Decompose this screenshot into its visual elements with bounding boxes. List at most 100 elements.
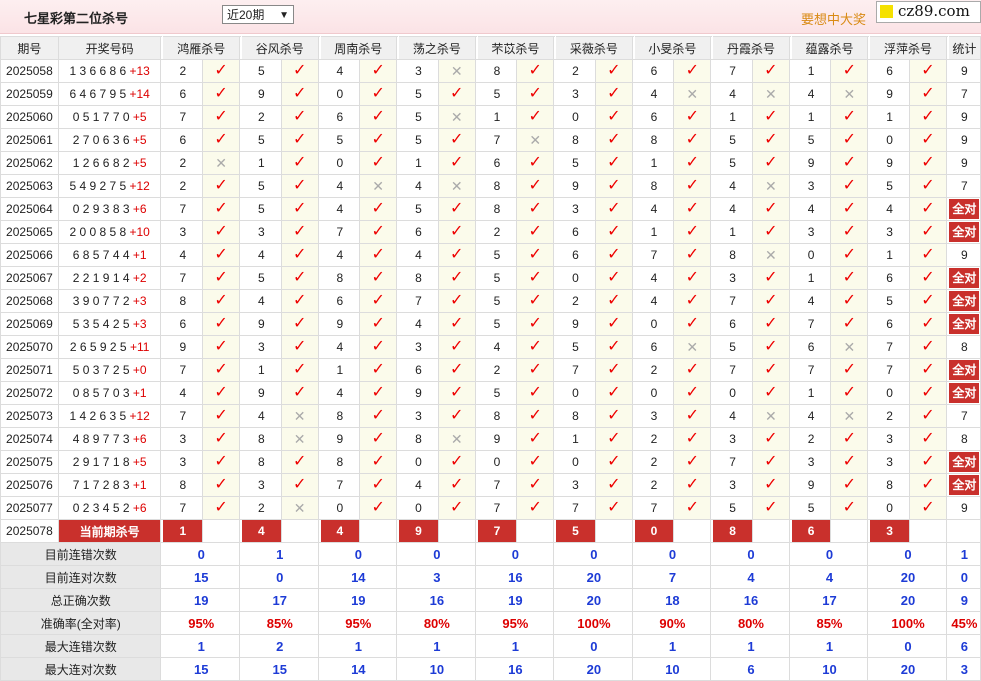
kill-value: 4 xyxy=(790,82,832,106)
stats-value: 0 xyxy=(712,542,790,566)
issue-cell: 2025063 xyxy=(0,174,59,198)
period-select[interactable]: 近20期 ▼ xyxy=(222,5,294,24)
draw-special: +0 xyxy=(132,363,147,377)
check-icon: ✓ xyxy=(908,128,947,152)
header-row: 期号 开奖号码 鸿雁杀号 谷风杀号 周南杀号 荡之杀号 芣苡杀号 采薇杀号 小旻杀号 丹霞杀号 蕴露… xyxy=(0,36,981,60)
empty-cell xyxy=(202,519,241,543)
check-icon: ✓ xyxy=(280,358,319,382)
check-icon: ✓ xyxy=(830,381,869,405)
kill-value: 3 xyxy=(398,59,439,83)
cross-icon: ✕ xyxy=(830,82,869,106)
kill-value: 5 xyxy=(476,266,518,290)
kill-value: 4 xyxy=(241,243,282,267)
current-kill-value: 6 xyxy=(790,519,832,543)
kill-value: 5 xyxy=(476,381,518,405)
kill-value: 4 xyxy=(712,174,753,198)
stat-cell: 8 xyxy=(947,427,981,451)
stats-value: 0 xyxy=(319,542,398,566)
kill-value: 5 xyxy=(869,174,910,198)
stats-value: 7 xyxy=(633,565,712,589)
draw-special: +5 xyxy=(132,455,147,469)
kill-value: 4 xyxy=(790,404,832,428)
kill-value: 3 xyxy=(555,473,596,497)
stat-cell: 8 xyxy=(947,335,981,359)
draw-special: +14 xyxy=(129,87,150,101)
stats-value: 0 xyxy=(555,542,633,566)
check-icon: ✓ xyxy=(594,151,633,175)
kill-value: 5 xyxy=(241,266,282,290)
draw-special: +3 xyxy=(132,294,147,308)
site-url: cz89.com xyxy=(898,2,970,20)
site-logo[interactable]: cz89.com xyxy=(876,1,981,23)
issue-cell: 2025074 xyxy=(0,427,59,451)
kill-value: 7 xyxy=(398,289,439,313)
kill-value: 6 xyxy=(869,266,910,290)
check-icon: ✓ xyxy=(202,427,241,451)
check-icon: ✓ xyxy=(280,450,319,474)
stats-value: 0 xyxy=(241,565,319,589)
kill-value: 5 xyxy=(398,105,439,129)
check-icon: ✓ xyxy=(908,496,947,520)
check-icon: ✓ xyxy=(516,105,555,129)
draw-code-cell: 0 2 3 4 5 2 +6 xyxy=(57,496,162,520)
draw-digits: 0 2 3 4 5 2 xyxy=(72,501,133,515)
kill-value: 7 xyxy=(162,266,204,290)
slogan-link[interactable]: 要想中大奖 xyxy=(801,9,866,28)
kill-value: 6 xyxy=(633,105,675,129)
kill-value: 5 xyxy=(241,174,282,198)
kill-value: 0 xyxy=(319,496,361,520)
stats-value: 2 xyxy=(241,634,319,658)
draw-special: +13 xyxy=(129,64,150,78)
check-icon: ✓ xyxy=(202,105,241,129)
kill-value: 8 xyxy=(476,174,518,198)
check-icon: ✓ xyxy=(437,266,476,290)
stats-value: 20 xyxy=(869,657,947,681)
stats-value: 14 xyxy=(319,657,398,681)
kill-value: 0 xyxy=(319,82,361,106)
check-icon: ✓ xyxy=(359,404,398,428)
stats-value: 0 xyxy=(869,542,947,566)
stats-value: 1 xyxy=(162,634,241,658)
check-icon: ✓ xyxy=(908,105,947,129)
kill-value: 4 xyxy=(319,59,361,83)
check-icon: ✓ xyxy=(594,59,633,83)
kill-value: 6 xyxy=(162,128,204,152)
stats-value: 85% xyxy=(790,611,869,635)
column-header: 蕴露杀号 xyxy=(790,36,869,60)
check-icon: ✓ xyxy=(673,59,712,83)
stats-value: 95% xyxy=(162,611,241,635)
column-header: 统计 xyxy=(947,36,981,60)
check-icon: ✓ xyxy=(202,82,241,106)
kill-value: 2 xyxy=(555,289,596,313)
kill-value: 9 xyxy=(398,381,439,405)
kill-value: 3 xyxy=(869,427,910,451)
kill-value: 4 xyxy=(712,404,753,428)
kill-value: 1 xyxy=(869,105,910,129)
kill-value: 4 xyxy=(712,197,753,221)
check-icon: ✓ xyxy=(437,473,476,497)
issue-cell: 2025058 xyxy=(0,59,59,83)
stats-value: 15 xyxy=(162,657,241,681)
kill-value: 8 xyxy=(162,289,204,313)
draw-code-cell: 3 9 0 7 7 2 +3 xyxy=(57,289,162,313)
kill-value: 7 xyxy=(712,358,753,382)
check-icon: ✓ xyxy=(908,197,947,221)
kill-value: 7 xyxy=(869,358,910,382)
stats-value: 0 xyxy=(162,542,241,566)
kill-value: 0 xyxy=(633,381,675,405)
kill-value: 8 xyxy=(633,174,675,198)
kill-value: 6 xyxy=(869,59,910,83)
kill-value: 3 xyxy=(162,220,204,244)
cross-icon: ✕ xyxy=(437,105,476,129)
draw-code-cell: 2 2 1 9 1 4 +2 xyxy=(57,266,162,290)
check-icon: ✓ xyxy=(516,381,555,405)
kill-value: 7 xyxy=(162,197,204,221)
stat-cell: 全对 xyxy=(947,220,981,244)
check-icon: ✓ xyxy=(359,128,398,152)
check-icon: ✓ xyxy=(830,496,869,520)
stats-value: 0 xyxy=(476,542,555,566)
kill-value: 5 xyxy=(398,197,439,221)
check-icon: ✓ xyxy=(830,358,869,382)
kill-value: 6 xyxy=(162,82,204,106)
kill-value: 4 xyxy=(869,197,910,221)
